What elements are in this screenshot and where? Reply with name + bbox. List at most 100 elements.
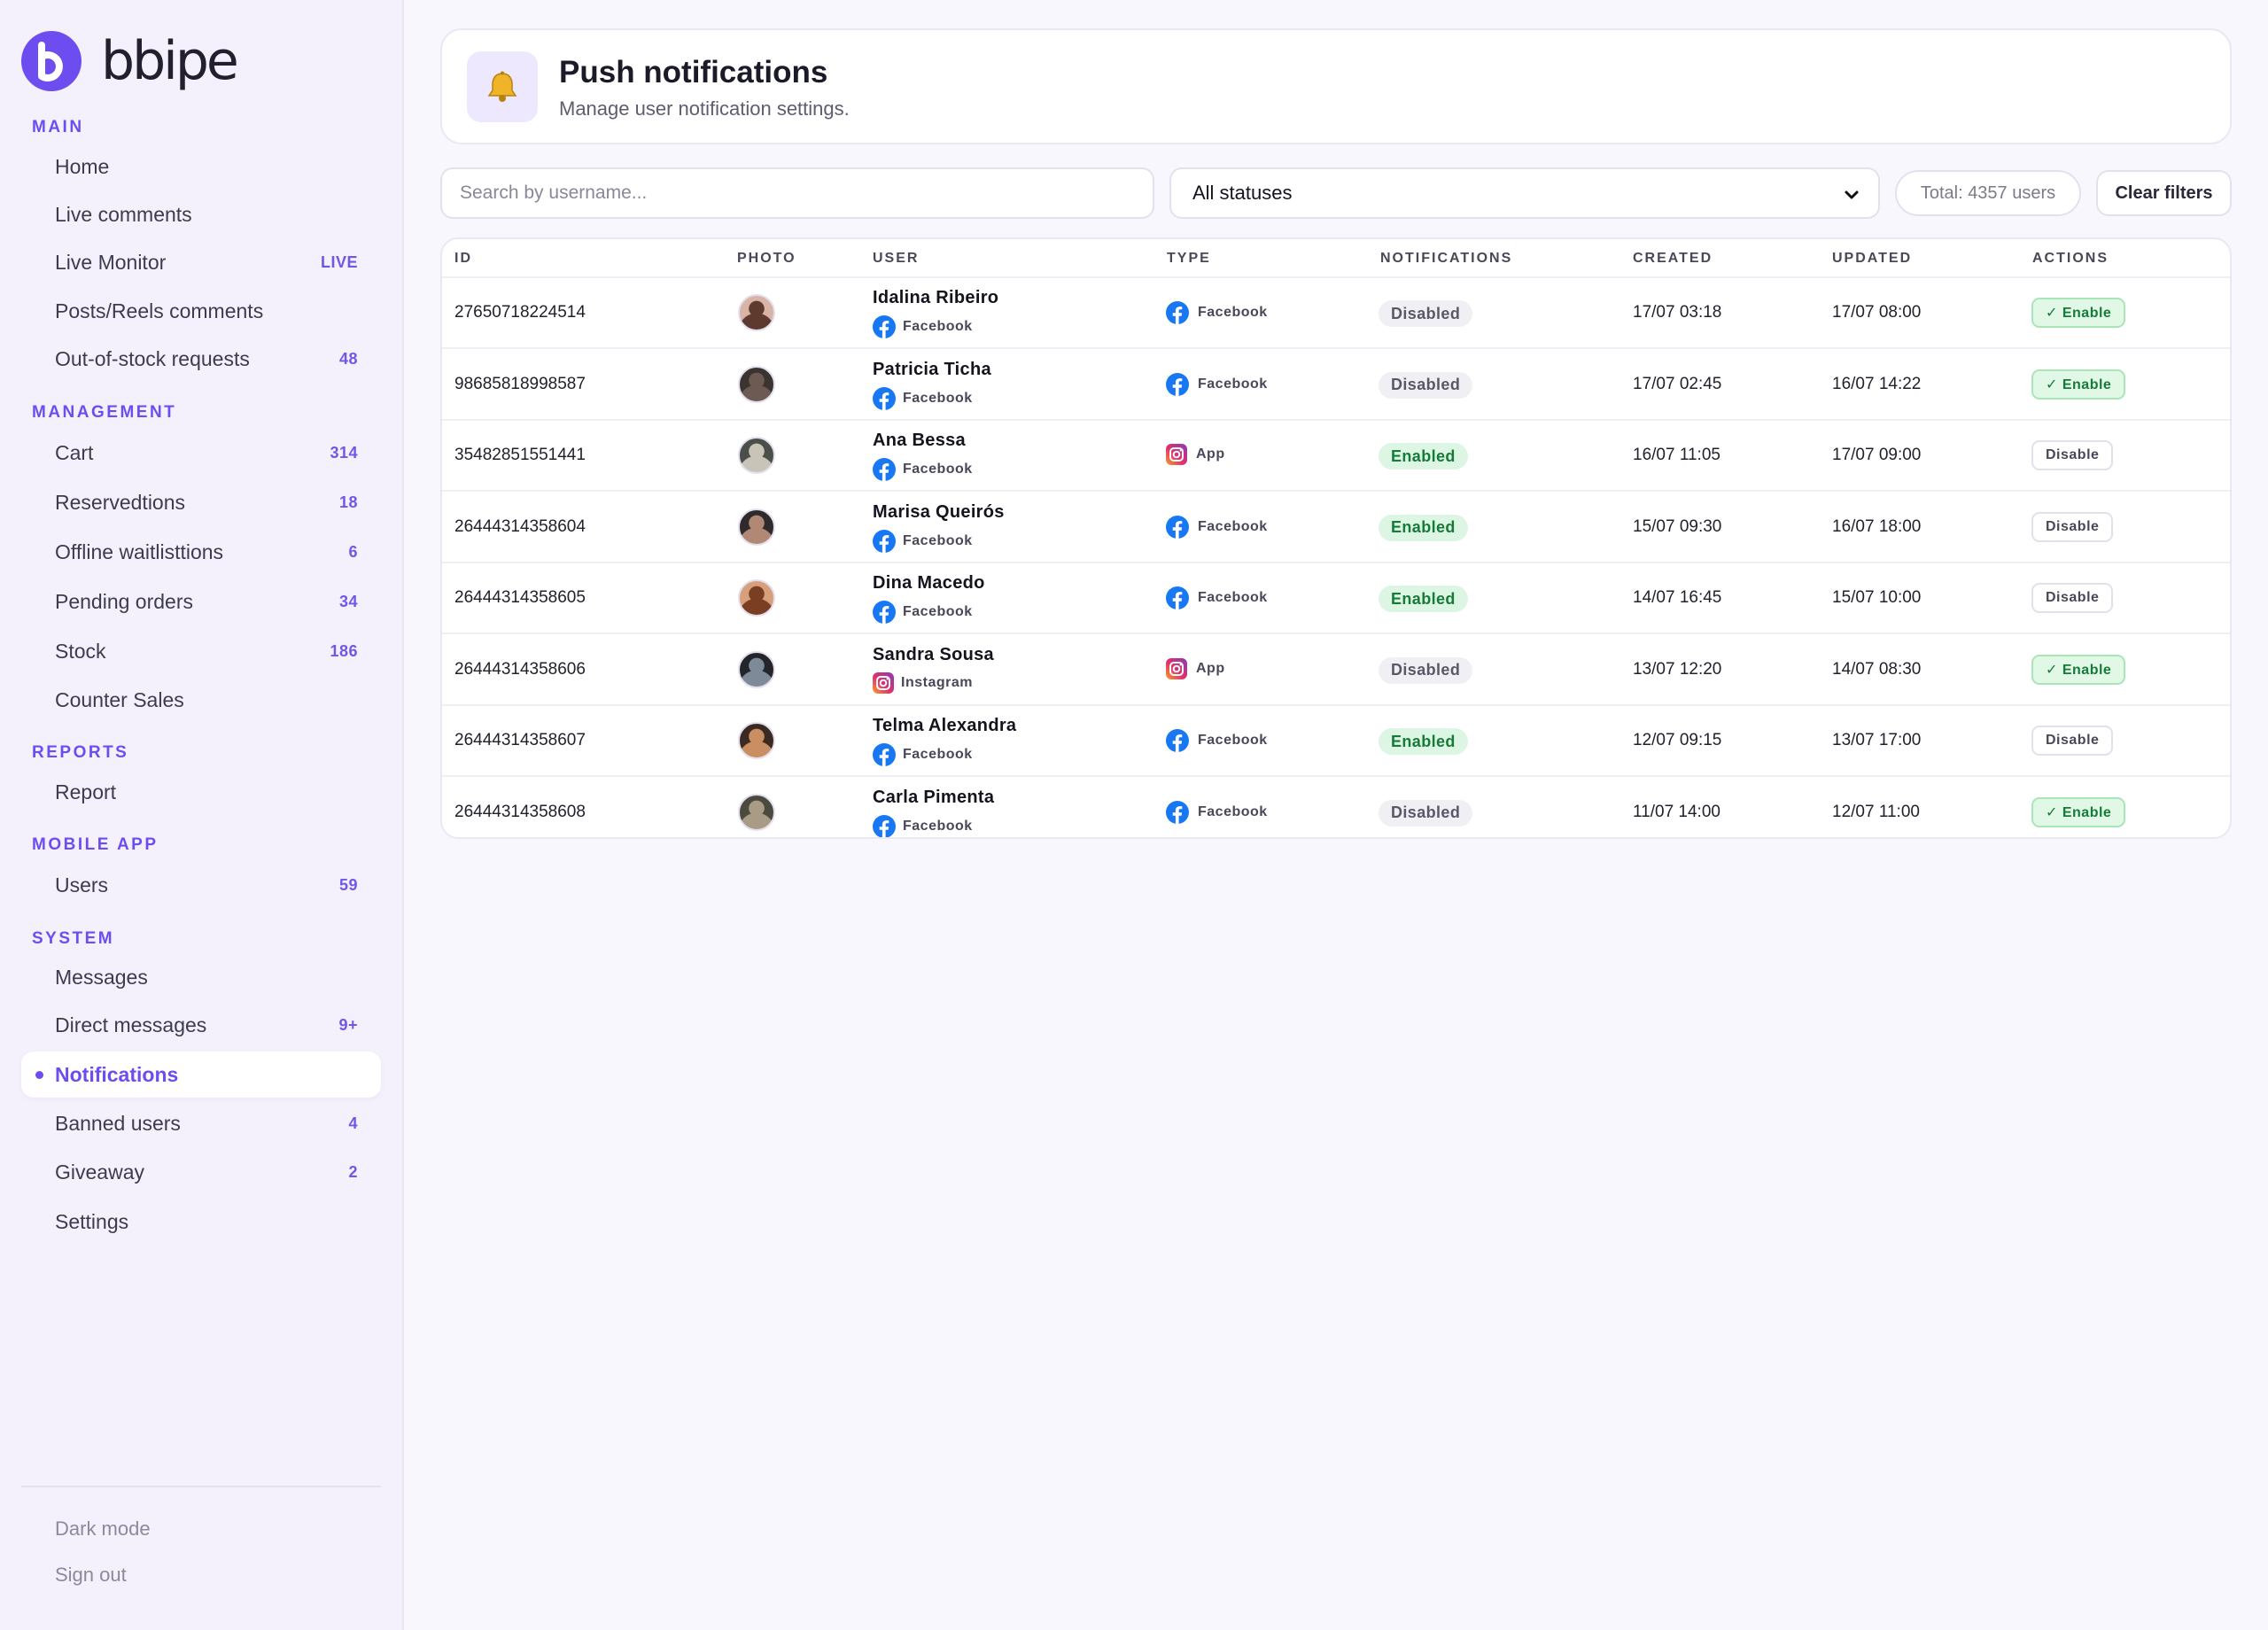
updated-date: 16/07 14:22 <box>1832 374 1922 393</box>
sidebar-item-giveaway[interactable]: Giveaway 2 <box>21 1149 381 1195</box>
sign-out-button[interactable]: Sign out <box>55 1564 127 1587</box>
avatar <box>738 650 775 688</box>
user-source-label: Instagram <box>901 674 973 690</box>
sidebar-item-home[interactable]: Home <box>21 144 381 190</box>
sidebar-item-label: Stock <box>55 639 106 663</box>
facebook-icon <box>1166 301 1189 324</box>
column-header: PHOTO <box>737 251 796 266</box>
created-date: 15/07 09:30 <box>1633 516 1722 536</box>
user-source-label: Facebook <box>903 390 973 406</box>
enable-button[interactable]: ✓ Enable <box>2031 796 2126 827</box>
user-type: App <box>1166 444 1225 465</box>
section-reports: REPORTS <box>32 743 129 762</box>
sidebar-item-pending-orders[interactable]: Pending orders 34 <box>21 578 381 625</box>
count-badge: 18 <box>338 493 358 511</box>
sidebar-item-live-monitor[interactable]: Live Monitor LIVE <box>21 239 381 285</box>
bell-icon <box>467 51 538 122</box>
user-id: 26444314358604 <box>454 516 586 536</box>
created-date: 17/07 03:18 <box>1633 303 1722 322</box>
count-badge: 59 <box>338 875 358 894</box>
brand-logo[interactable]: bbipe <box>21 30 239 92</box>
user-type: Facebook <box>1166 372 1268 396</box>
facebook-icon <box>1166 372 1189 396</box>
table-row: 26444314358606 Sandra Sousa Instagram App Di… <box>442 635 2230 706</box>
created-date: 14/07 16:45 <box>1633 588 1722 607</box>
user-type: Facebook <box>1166 301 1268 324</box>
clear-filters-button[interactable]: Clear filters <box>2096 170 2232 216</box>
sidebar-item-live-comments[interactable]: Live comments <box>21 191 381 237</box>
disable-button[interactable]: Disable <box>2031 511 2114 542</box>
sidebar-item-direct-messages[interactable]: Direct messages 9+ <box>21 1002 381 1048</box>
dark-mode-toggle[interactable]: Dark mode <box>55 1517 151 1541</box>
sidebar-item-offline-waitlists[interactable]: Offline waitlisttions 6 <box>21 529 381 575</box>
section-mobile-app: MOBILE APP <box>32 835 159 854</box>
updated-date: 17/07 08:00 <box>1832 303 1922 322</box>
disable-button[interactable]: Disable <box>2031 583 2114 613</box>
facebook-icon <box>873 743 896 766</box>
status-select-value: All statuses <box>1192 182 1293 204</box>
user-name: Dina Macedo <box>873 573 985 593</box>
user-name: Idalina Ribeiro <box>873 288 999 307</box>
sidebar-item-counter-sales[interactable]: Counter Sales <box>21 677 381 723</box>
user-id: 26444314358607 <box>454 731 586 749</box>
sidebar-item-posts-reels-comments[interactable]: Posts/Reels comments <box>21 288 381 334</box>
sidebar-item-label: Messages <box>55 965 148 989</box>
status-select[interactable]: All statuses <box>1169 167 1880 219</box>
sidebar-item-settings[interactable]: Settings <box>21 1199 381 1245</box>
enable-button[interactable]: ✓ Enable <box>2031 369 2126 400</box>
table-row: 26444314358608 Carla Pimenta Facebook Faceb… <box>442 778 2230 837</box>
user-source: Facebook <box>873 814 973 837</box>
facebook-icon <box>1166 800 1189 824</box>
sidebar-item-stock[interactable]: Stock 186 <box>21 628 381 674</box>
sidebar-item-cart[interactable]: Cart 314 <box>21 430 381 476</box>
user-name: Ana Bessa <box>873 431 966 450</box>
sidebar: bbipe MAIN Home Live comments Live Monit… <box>0 0 404 1630</box>
sidebar-item-report[interactable]: Report <box>21 769 381 815</box>
sidebar-divider <box>21 1486 381 1487</box>
user-name: Sandra Sousa <box>873 644 994 664</box>
sidebar-item-notifications[interactable]: Notifications <box>21 1052 381 1098</box>
created-date: 12/07 09:15 <box>1633 731 1722 749</box>
user-type-label: Facebook <box>1198 376 1268 392</box>
column-header: NOTIFICATIONS <box>1380 251 1513 266</box>
disable-button[interactable]: Disable <box>2031 440 2114 470</box>
created-date: 13/07 12:20 <box>1633 659 1722 679</box>
table-row: 26444314358605 Dina Macedo Facebook Faceboo… <box>442 563 2230 634</box>
facebook-icon <box>873 458 896 481</box>
user-id: 35482851551441 <box>454 446 586 464</box>
user-name: Telma Alexandra <box>873 716 1017 735</box>
user-type: App <box>1166 657 1225 679</box>
column-header: USER <box>873 251 920 266</box>
updated-date: 16/07 18:00 <box>1832 516 1922 536</box>
disable-button[interactable]: Disable <box>2031 726 2114 756</box>
brand-name: bbipe <box>101 30 239 92</box>
instagram-icon <box>1166 657 1187 679</box>
search-input[interactable] <box>440 167 1154 219</box>
notification-status-badge: Disabled <box>1379 799 1473 827</box>
user-type-label: Facebook <box>1198 590 1268 605</box>
enable-button[interactable]: ✓ Enable <box>2031 298 2126 328</box>
sidebar-item-label: Live comments <box>55 202 192 226</box>
avatar <box>738 508 775 546</box>
facebook-icon <box>1166 515 1189 539</box>
avatar <box>738 365 775 403</box>
logo-icon <box>21 31 82 91</box>
sidebar-item-out-of-stock-requests[interactable]: Out-of-stock requests 48 <box>21 336 381 382</box>
sidebar-item-label: Offline waitlisttions <box>55 539 224 563</box>
column-header: CREATED <box>1633 251 1713 266</box>
user-source-label: Facebook <box>903 604 973 619</box>
notification-status-badge: Enabled <box>1379 728 1468 755</box>
sidebar-item-users[interactable]: Users 59 <box>21 862 381 908</box>
sidebar-item-reservations[interactable]: Reservedtions 18 <box>21 479 381 525</box>
user-type: Facebook <box>1166 586 1268 609</box>
facebook-icon <box>873 386 896 410</box>
section-management: MANAGEMENT <box>32 403 177 422</box>
user-type-label: App <box>1196 660 1225 676</box>
sidebar-item-banned-users[interactable]: Banned users 4 <box>21 1100 381 1146</box>
users-table: ID PHOTO USER TYPE NOTIFICATIONS CREATED… <box>440 237 2232 839</box>
enable-button[interactable]: ✓ Enable <box>2031 654 2126 685</box>
user-source-label: Facebook <box>903 747 973 762</box>
instagram-icon <box>1166 444 1187 465</box>
sidebar-item-messages[interactable]: Messages <box>21 954 381 1000</box>
sidebar-item-label: Cart <box>55 440 94 464</box>
